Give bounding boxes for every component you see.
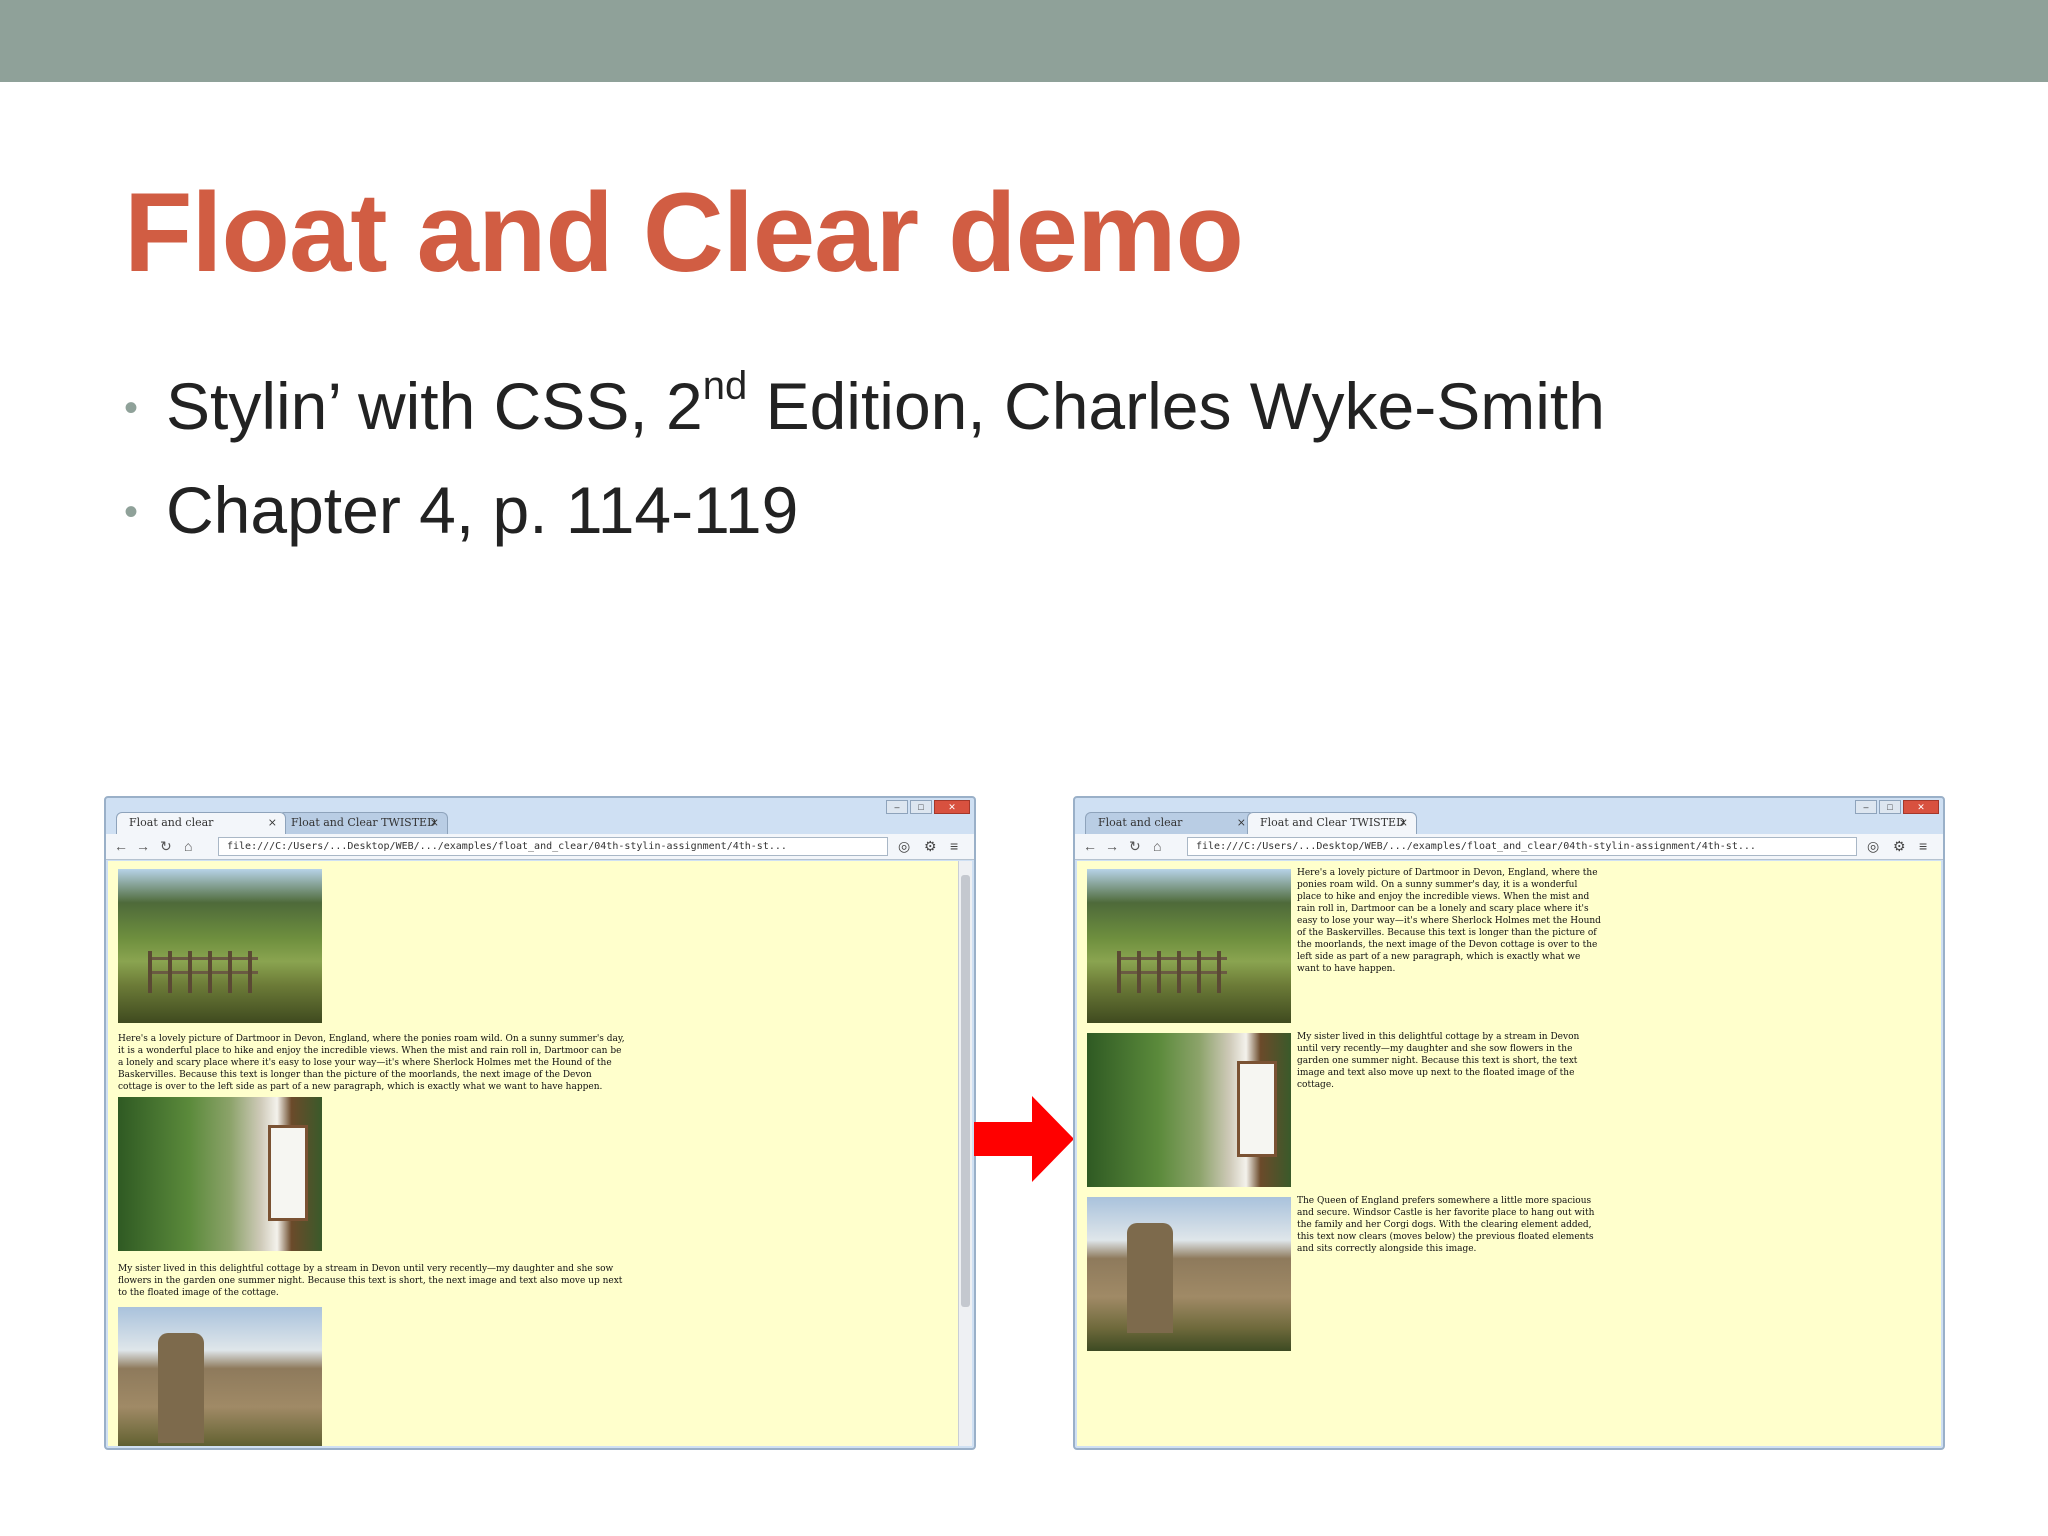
vertical-scrollbar[interactable] bbox=[958, 861, 972, 1446]
close-tab-icon[interactable]: × bbox=[430, 816, 439, 829]
castle-image bbox=[118, 1307, 322, 1446]
tab-float-and-clear-twisted[interactable]: Float and Clear TWISTED × bbox=[278, 812, 448, 834]
cottage-image bbox=[118, 1097, 322, 1251]
tab-strip: Float and clear × Float and Clear TWISTED… bbox=[1085, 812, 1417, 834]
castle-image bbox=[1087, 1197, 1291, 1351]
paragraph-dartmoor: Here's a lovely picture of Dartmoor in D… bbox=[118, 1034, 625, 1092]
paragraph-cottage: My sister lived in this delightful cotta… bbox=[118, 1264, 623, 1298]
paragraph-cottage: My sister lived in this delightful cotta… bbox=[1297, 1032, 1580, 1090]
top-band bbox=[0, 0, 2048, 82]
menu-icon[interactable]: ≡ bbox=[950, 838, 958, 854]
tab-strip: Float and clear × Float and Clear TWISTED… bbox=[116, 812, 448, 834]
window-controls: – □ ✕ bbox=[1855, 800, 1939, 814]
extension-icon[interactable]: ◎ bbox=[898, 838, 910, 855]
browser-toolbar: ← → ↻ ⌂ file:///C:/Users/...Desktop/WEB/… bbox=[1075, 834, 1943, 860]
tab-float-and-clear[interactable]: Float and clear × bbox=[116, 812, 286, 834]
slide-title: Float and Clear demo bbox=[124, 170, 1244, 295]
paragraph-castle: The Queen of England prefers somewhere a… bbox=[1297, 1196, 1595, 1254]
tab-label: Float and Clear TWISTED bbox=[291, 816, 436, 829]
bullet-list: • Stylin’ with CSS, 2nd Edition, Charles … bbox=[124, 366, 1605, 576]
close-tab-icon[interactable]: × bbox=[268, 816, 277, 829]
dartmoor-image bbox=[1087, 869, 1291, 1023]
back-icon[interactable]: ← bbox=[114, 838, 128, 854]
bullet-dot-icon: • bbox=[124, 386, 139, 430]
bullet-dot-icon: • bbox=[124, 490, 139, 534]
page-viewport: Here's a lovely picture of Dartmoor in D… bbox=[1077, 861, 1941, 1446]
float-row-castle: The Queen of England prefers somewhere a… bbox=[1077, 1189, 1941, 1353]
close-tab-icon[interactable]: × bbox=[1399, 816, 1408, 829]
browser-window-right: – □ ✕ Float and clear × Float and Clear T… bbox=[1073, 796, 1945, 1450]
tab-float-and-clear-twisted[interactable]: Float and Clear TWISTED × bbox=[1247, 812, 1417, 834]
home-icon[interactable]: ⌂ bbox=[184, 838, 192, 854]
bullet-text: Chapter 4, p. 114-119 bbox=[166, 473, 799, 547]
bullet-text-tail: Edition, Charles Wyke-Smith bbox=[747, 369, 1605, 443]
window-controls: – □ ✕ bbox=[886, 800, 970, 814]
scrollbar-thumb[interactable] bbox=[961, 875, 970, 1307]
address-bar[interactable]: file:///C:/Users/...Desktop/WEB/.../exam… bbox=[1187, 837, 1857, 856]
tab-label: Float and clear bbox=[1098, 816, 1183, 829]
extension-icon[interactable]: ◎ bbox=[1867, 838, 1879, 855]
tab-float-and-clear[interactable]: Float and clear × bbox=[1085, 812, 1255, 834]
home-icon[interactable]: ⌂ bbox=[1153, 838, 1161, 854]
minimize-button[interactable]: – bbox=[886, 800, 908, 814]
bullet-item: • Stylin’ with CSS, 2nd Edition, Charles … bbox=[124, 366, 1605, 444]
bullet-sup: nd bbox=[702, 364, 748, 408]
address-bar[interactable]: file:///C:/Users/...Desktop/WEB/.../exam… bbox=[218, 837, 888, 856]
close-button[interactable]: ✕ bbox=[934, 800, 970, 814]
bullet-item: • Chapter 4, p. 114-119 bbox=[124, 472, 1605, 548]
tab-label: Float and Clear TWISTED bbox=[1260, 816, 1405, 829]
reload-icon[interactable]: ↻ bbox=[160, 838, 172, 855]
float-row-cottage: My sister lived in this delightful cotta… bbox=[1077, 1025, 1941, 1189]
maximize-button[interactable]: □ bbox=[1879, 800, 1901, 814]
forward-icon[interactable]: → bbox=[136, 838, 150, 854]
maximize-button[interactable]: □ bbox=[910, 800, 932, 814]
cottage-image bbox=[1087, 1033, 1291, 1187]
menu-icon[interactable]: ≡ bbox=[1919, 838, 1927, 854]
minimize-button[interactable]: – bbox=[1855, 800, 1877, 814]
dartmoor-image bbox=[118, 869, 322, 1023]
settings-gear-icon[interactable]: ⚙ bbox=[1893, 838, 1906, 855]
tab-label: Float and clear bbox=[129, 816, 214, 829]
right-arrow-icon bbox=[974, 1096, 1074, 1182]
back-icon[interactable]: ← bbox=[1083, 838, 1097, 854]
float-row-dartmoor: Here's a lovely picture of Dartmoor in D… bbox=[1077, 861, 1941, 1025]
browser-window-left: – □ ✕ Float and clear × Float and Clear T… bbox=[104, 796, 976, 1450]
reload-icon[interactable]: ↻ bbox=[1129, 838, 1141, 855]
forward-icon[interactable]: → bbox=[1105, 838, 1119, 854]
paragraph-dartmoor: Here's a lovely picture of Dartmoor in D… bbox=[1297, 868, 1601, 974]
settings-gear-icon[interactable]: ⚙ bbox=[924, 838, 937, 855]
page-viewport: Here's a lovely picture of Dartmoor in D… bbox=[108, 861, 972, 1446]
close-tab-icon[interactable]: × bbox=[1237, 816, 1246, 829]
browser-toolbar: ← → ↻ ⌂ file:///C:/Users/...Desktop/WEB/… bbox=[106, 834, 974, 860]
bullet-text: Stylin’ with CSS, 2 bbox=[166, 369, 703, 443]
close-button[interactable]: ✕ bbox=[1903, 800, 1939, 814]
